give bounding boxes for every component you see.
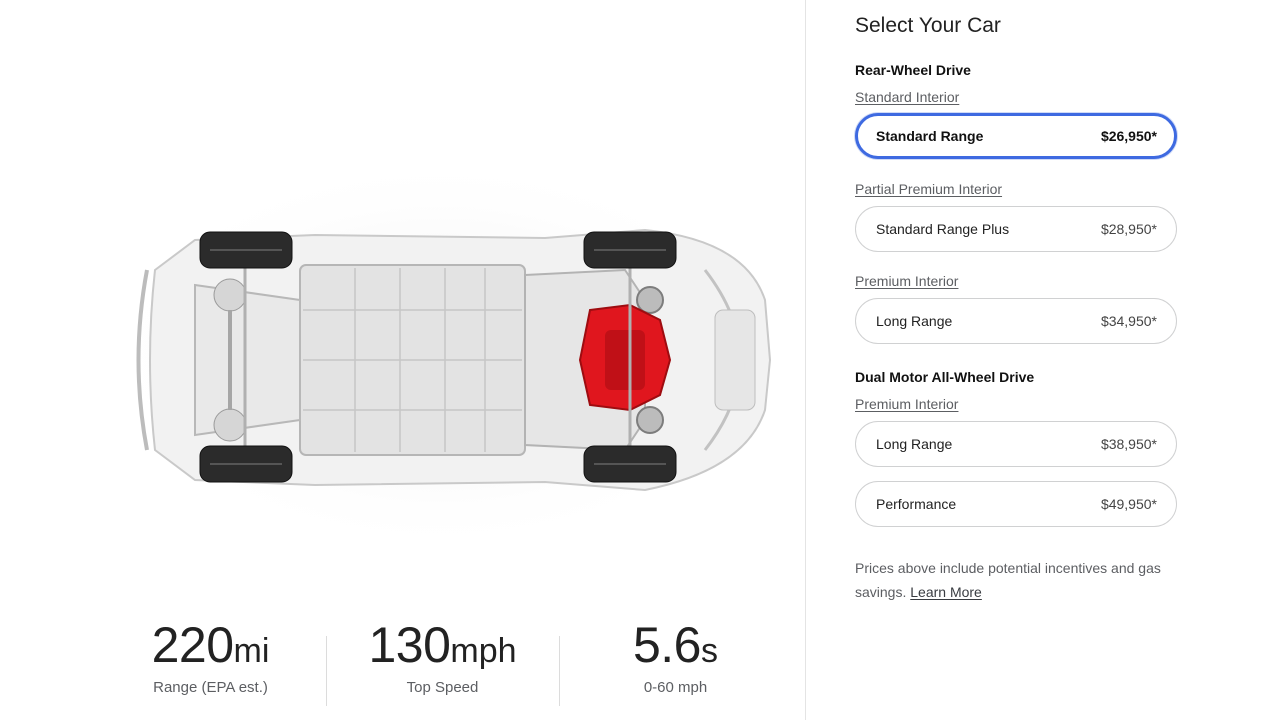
option-long-range-awd[interactable]: Long Range $38,950* — [855, 421, 1177, 467]
spec-top-speed: 130mph Top Speed — [330, 620, 555, 696]
interior-label-standard[interactable]: Standard Interior — [855, 89, 959, 105]
option-name: Performance — [876, 496, 957, 512]
option-name: Long Range — [876, 436, 953, 452]
spec-top-speed-value: 130 — [368, 617, 451, 673]
spec-range-value: 220 — [151, 617, 234, 673]
option-price: $34,950* — [1100, 313, 1157, 329]
spec-divider — [559, 636, 560, 706]
option-name: Standard Range — [876, 128, 984, 144]
option-price: $28,950* — [1100, 221, 1157, 237]
option-price: $38,950* — [1100, 436, 1157, 452]
spec-acceleration-unit: s — [701, 632, 718, 670]
group-heading-awd: Dual Motor All-Wheel Drive — [855, 369, 1035, 385]
spec-top-speed-label: Top Speed — [406, 679, 479, 696]
chassis-image — [100, 160, 780, 555]
option-price: $26,950* — [1100, 128, 1157, 144]
interior-label-premium[interactable]: Premium Interior — [855, 273, 958, 289]
spec-divider — [326, 636, 327, 706]
page-title: Select Your Car — [855, 14, 1001, 37]
pricing-note-text: Prices above include potential incentive… — [855, 560, 1161, 600]
option-price: $49,950* — [1100, 496, 1157, 512]
spec-acceleration-value: 5.6 — [632, 617, 702, 673]
option-name: Standard Range Plus — [876, 221, 1010, 237]
option-long-range-rwd[interactable]: Long Range $34,950* — [855, 298, 1177, 344]
vehicle-preview-panel: 220mi Range (EPA est.) 130mph Top Speed … — [0, 0, 805, 720]
configurator-panel: Select Your Car Rear-Wheel Drive Standar… — [806, 0, 1280, 720]
group-heading-rwd: Rear-Wheel Drive — [855, 62, 971, 78]
spec-acceleration-label: 0-60 mph — [643, 679, 708, 696]
learn-more-link[interactable]: Learn More — [910, 584, 982, 600]
option-name: Long Range — [876, 313, 953, 329]
spec-acceleration: 5.6s 0-60 mph — [563, 620, 788, 696]
interior-label-partial-premium[interactable]: Partial Premium Interior — [855, 181, 1002, 197]
interior-label-premium-awd[interactable]: Premium Interior — [855, 396, 958, 412]
option-performance[interactable]: Performance $49,950* — [855, 481, 1177, 527]
option-standard-range-plus[interactable]: Standard Range Plus $28,950* — [855, 206, 1177, 252]
pricing-note: Prices above include potential incentive… — [855, 556, 1175, 604]
spec-range-unit: mi — [233, 632, 270, 670]
spec-range: 220mi Range (EPA est.) — [98, 620, 323, 696]
spec-summary: 220mi Range (EPA est.) 130mph Top Speed … — [0, 620, 805, 720]
spec-top-speed-unit: mph — [450, 632, 517, 670]
spec-range-label: Range (EPA est.) — [153, 679, 268, 696]
option-standard-range[interactable]: Standard Range $26,950* — [855, 113, 1177, 159]
